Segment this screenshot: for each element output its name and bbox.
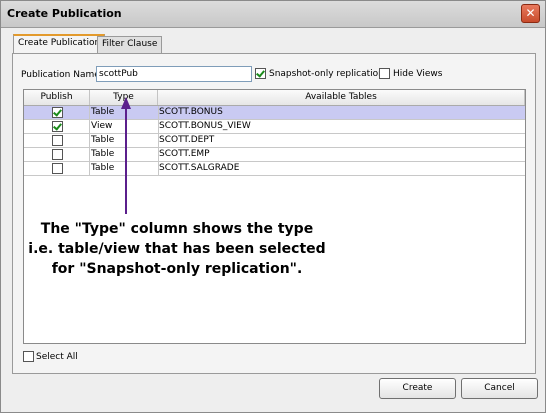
annotation-line-2: i.e. table/view that has been selected (28, 241, 326, 257)
cancel-button[interactable]: Cancel (461, 378, 538, 399)
annotation-line-1: The "Type" column shows the type (40, 221, 314, 237)
create-button[interactable]: Create (379, 378, 456, 399)
arrow-head (121, 97, 131, 109)
annotation-arrow (121, 97, 131, 214)
annotation-callout: The "Type" column shows the type i.e. ta… (27, 219, 327, 279)
create-publication-dialog: Create Publication ✕ Create Publication … (0, 0, 546, 413)
annotation-line-3: for "Snapshot-only replication". (51, 261, 303, 277)
